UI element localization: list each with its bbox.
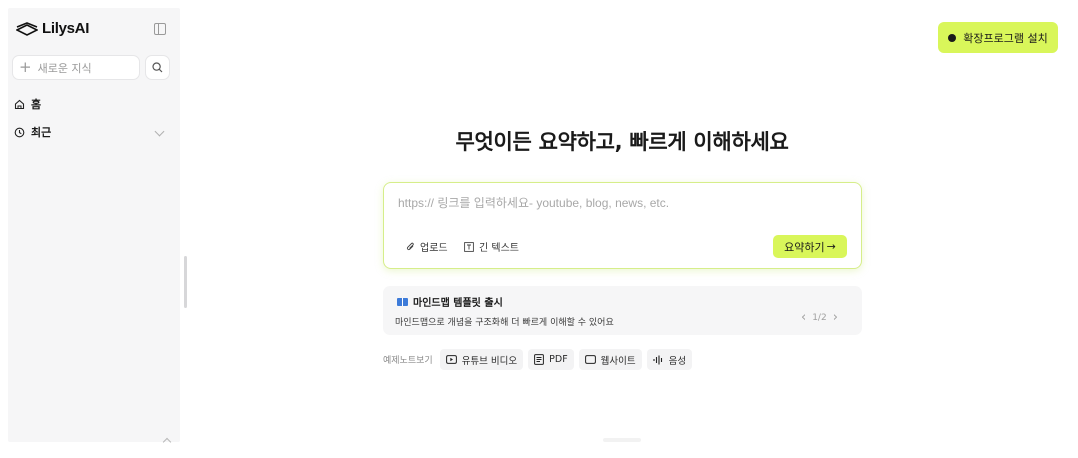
extension-icon <box>948 33 957 42</box>
install-extension-label: 확장프로그램 설치 <box>963 31 1048 45</box>
long-text-label: 긴 텍스트 <box>479 243 519 254</box>
text-box-icon <box>464 241 474 252</box>
chevron-right-icon[interactable]: › <box>833 311 838 324</box>
sidebar-toggle-icon[interactable] <box>154 23 166 35</box>
example-pdf-chip[interactable]: PDF <box>528 349 574 370</box>
logo[interactable]: LilysAI <box>16 20 89 37</box>
sidebar-item-label: 최근 <box>31 126 52 139</box>
paperclip-icon <box>406 242 414 250</box>
search-button[interactable] <box>145 55 170 80</box>
chevron-up-icon[interactable] <box>162 437 172 447</box>
video-icon <box>445 355 457 364</box>
announcement-pager: ‹ 1/2 › <box>801 311 838 324</box>
lilys-logo-icon <box>16 21 38 36</box>
example-notes: 예제노트보기 유튜브 비디오 PDF 웹사이트 음성 <box>383 349 693 370</box>
chip-label: 유튜브 비디오 <box>461 355 518 367</box>
announcement-banner[interactable]: 마인드맵 템플릿 출시 마인드맵으로 개념을 구조화해 더 빠르게 이해할 수 … <box>383 286 862 335</box>
home-icon <box>14 99 25 109</box>
example-notes-label: 예제노트보기 <box>383 356 433 366</box>
clock-icon <box>14 127 25 137</box>
long-text-button[interactable]: 긴 텍스트 <box>464 239 519 254</box>
install-extension-button[interactable]: 확장프로그램 설치 <box>938 22 1058 53</box>
announcement-description: 마인드맵으로 개념을 구조화해 더 빠르게 이해할 수 있어요 <box>395 318 614 328</box>
document-icon <box>534 354 545 365</box>
chip-label: 음성 <box>668 355 687 367</box>
sidebar-item-recent[interactable]: 최근 <box>14 124 174 140</box>
audio-wave-icon <box>653 355 662 364</box>
browser-icon <box>584 355 596 364</box>
sidebar: LilysAI + 새로운 지식 홈 최근 <box>8 8 187 447</box>
plus-icon: + <box>19 58 32 76</box>
page-title: 무엇이든 요약하고, 빠르게 이해하세요 <box>455 130 789 154</box>
scrollbar[interactable] <box>184 256 187 308</box>
upload-label: 업로드 <box>420 243 448 254</box>
arrow-right-icon: → <box>826 240 836 253</box>
chip-label: PDF <box>549 354 568 365</box>
search-icon <box>152 62 163 73</box>
announcement-title-text: 마인드맵 템플릿 출시 <box>413 298 503 309</box>
example-youtube-chip[interactable]: 유튜브 비디오 <box>439 349 524 370</box>
new-knowledge-button[interactable]: + 새로운 지식 <box>12 55 140 80</box>
sidebar-item-label: 홈 <box>31 98 42 111</box>
summarize-button[interactable]: 요약하기 → <box>773 235 847 258</box>
pager-count: 1/2 <box>812 312 827 323</box>
announcement-title: 마인드맵 템플릿 출시 <box>397 294 503 309</box>
book-icon <box>397 297 408 306</box>
example-website-chip[interactable]: 웹사이트 <box>578 349 642 370</box>
logo-text: LilysAI <box>42 20 90 37</box>
summarize-label: 요약하기 <box>784 240 825 254</box>
link-input-card: 업로드 긴 텍스트 요약하기 → <box>383 182 862 269</box>
chip-label: 웹사이트 <box>600 355 636 367</box>
faint-footer-element <box>603 438 641 442</box>
example-audio-chip[interactable]: 음성 <box>646 349 693 370</box>
upload-button[interactable]: 업로드 <box>406 239 448 254</box>
new-knowledge-label: 새로운 지식 <box>37 61 92 75</box>
chevron-left-icon[interactable]: ‹ <box>801 311 806 324</box>
url-input[interactable] <box>398 196 838 210</box>
sidebar-item-home[interactable]: 홈 <box>14 96 41 112</box>
